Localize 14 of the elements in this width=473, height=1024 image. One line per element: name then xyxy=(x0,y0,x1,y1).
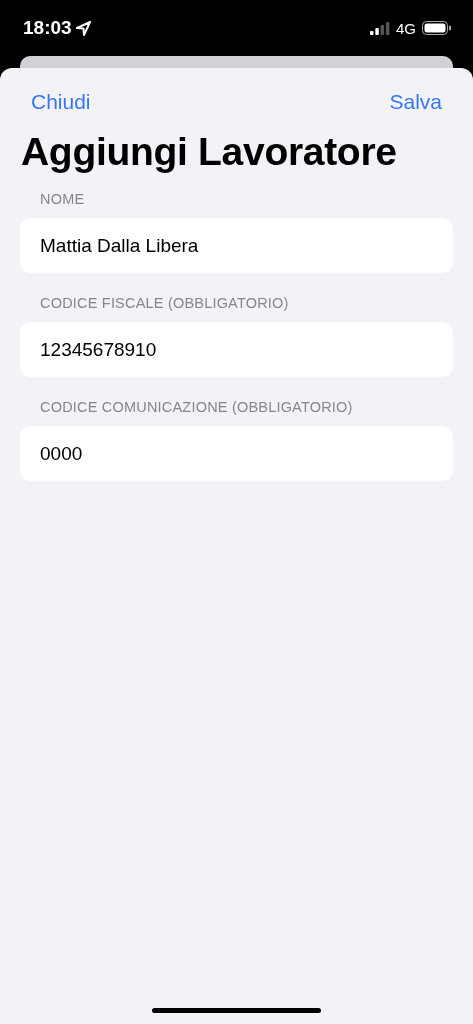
input-field[interactable]: 0000 xyxy=(20,426,453,481)
field-label: CODICE FISCALE (OBBLIGATORIO) xyxy=(39,295,290,313)
signal-icon xyxy=(370,21,390,35)
battery-icon xyxy=(422,21,451,35)
page-title: Aggiungi Lavoratore xyxy=(21,130,398,174)
field-label: CODICE COMUNICAZIONE (OBBLIGATORIO) xyxy=(39,399,354,417)
status-time: 18:03 xyxy=(23,17,72,39)
save-button[interactable]: Salva xyxy=(389,90,442,118)
input-field[interactable]: Mattia Dalla Libera xyxy=(20,218,453,273)
field-label: NOME xyxy=(39,191,86,209)
input-field[interactable]: 12345678910 xyxy=(20,322,453,377)
location-arrow-icon xyxy=(75,20,91,36)
network-label: 4G xyxy=(396,19,416,37)
close-button[interactable]: Chiudi xyxy=(31,90,91,118)
